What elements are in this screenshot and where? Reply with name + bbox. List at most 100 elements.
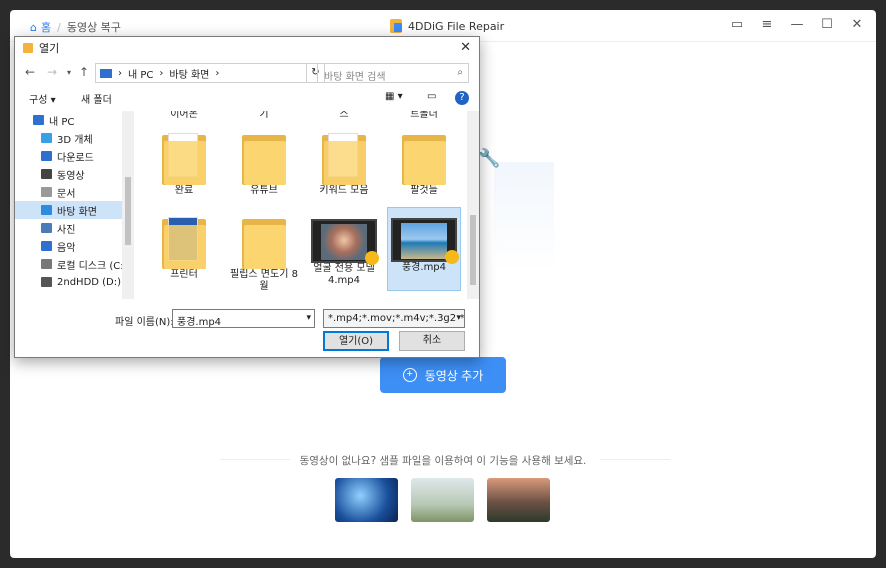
nav-item-local-disk-c[interactable]: 로컬 디스크 (C:) [15,255,133,273]
address-bar[interactable]: › 내 PC › 바탕 화면 › [95,63,307,83]
nav-item-videos[interactable]: 동영상 [15,165,133,183]
sample-video-jellyfish[interactable] [335,478,398,522]
play-icon [445,250,459,264]
folder-icon [162,215,206,269]
disk-icon [41,277,52,287]
filename-row: 파일 이름(N): 풍경.mp4 ▾ *.mp4;*.mov;*.m4v;*.3… [15,309,481,329]
minimize-button[interactable]: — [788,17,806,32]
filename-input[interactable]: 풍경.mp4 ▾ [172,309,315,328]
close-button[interactable]: ✕ [848,17,866,32]
pc-icon [33,115,44,125]
file-scroll-thumb[interactable] [470,215,476,285]
filename-label: 파일 이름(N): [115,317,174,328]
file-scrollbar[interactable] [467,111,479,299]
dialog-toolbar: 구성 ▾ 새 폴더 ▦ ▾ ▭ ? [15,91,479,109]
new-folder-button[interactable]: 새 폴더 [81,91,112,106]
dialog-title: 열기 [39,42,60,55]
search-icon: ⌕ [457,67,463,78]
preview-pane-icon[interactable]: ▭ [427,91,436,102]
nav-scroll-thumb[interactable] [125,177,131,245]
up-arrow-icon[interactable]: ↑ [79,65,89,79]
app-title: 4DDiG File Repair [390,19,504,33]
sample-videos [335,478,550,522]
nav-item-downloads[interactable]: 다운로드 [15,147,133,165]
play-icon [365,251,379,265]
file-item-printer[interactable]: 프린터 [147,215,221,281]
maximize-button[interactable]: ☐ [818,17,836,32]
nav-scrollbar[interactable] [122,111,134,299]
file-item-face-model-video[interactable]: 얼굴 전용 모델 4.mp4 [307,215,381,287]
nav-label: 로컬 디스크 (C:) [57,260,128,272]
file-item-youtube[interactable]: 유튜브 [227,131,301,197]
nav-label: 내 PC [49,116,75,128]
open-button[interactable]: 열기(O) [323,331,389,351]
file-grid: 이어폰 기 스 트폴더 완료 유튜브 키워드 모음 팔것들 프린터 필립스 면도… [135,111,465,299]
view-options-icon[interactable]: ▦ ▾ [385,91,403,102]
video-thumbnail-icon [391,218,459,264]
3d-icon [41,133,52,143]
navigation-pane: 내 PC 3D 개체 다운로드 동영상 문서 바탕 화면 사진 음악 로컬 디스… [15,111,133,299]
back-arrow-icon[interactable]: ← [25,65,35,79]
breadcrumb: ⌂ 홈 / 동영상 복구 [30,19,121,35]
folder-icon [322,131,366,185]
nav-label: 3D 개체 [57,134,93,146]
address-part-pc[interactable]: 내 PC [128,66,153,81]
nav-item-my-pc[interactable]: 내 PC [15,111,133,129]
picture-icon [41,223,52,233]
sample-hint: 동영상이 없나요? 샘플 파일을 이용하여 이 기능을 사용해 보세요. [299,455,587,467]
cancel-button[interactable]: 취소 [399,331,465,351]
dialog-title-bar: 열기 [15,37,479,59]
search-input[interactable]: 바탕 화면 검색 ⌕ [317,63,469,83]
window-controls: ▭ ≡ — ☐ ✕ [728,17,866,32]
nav-item-3d-objects[interactable]: 3D 개체 [15,129,133,147]
file-item-for-sale[interactable]: 팔것들 [387,131,461,197]
address-part-desktop[interactable]: 바탕 화면 [169,66,209,81]
filename-value: 풍경.mp4 [177,317,222,328]
hero-illustration [494,162,554,272]
file-item-done[interactable]: 완료 [147,131,221,197]
menu-icon[interactable]: ≡ [758,17,776,32]
download-icon [41,151,52,161]
address-row: ← → ▾ ↑ › 내 PC › 바탕 화면 › ↻ 바탕 화면 검색 ⌕ [15,63,481,83]
folder-icon [402,131,446,185]
file-label: 얼굴 전용 모델 4.mp4 [313,263,375,286]
nav-label: 사진 [57,224,76,236]
organize-button[interactable]: 구성 ▾ [29,91,56,106]
open-file-dialog: 열기 ✕ ← → ▾ ↑ › 내 PC › 바탕 화면 › ↻ 바탕 화면 검색… [14,36,480,358]
forward-arrow-icon[interactable]: → [47,65,57,79]
chat-icon[interactable]: ▭ [728,17,746,32]
search-placeholder: 바탕 화면 검색 [324,72,386,83]
file-label: 프린터 [170,269,198,280]
file-label: 팔것들 [410,185,438,196]
recent-chevron-icon[interactable]: ▾ [67,68,71,77]
file-item-philips-shaver[interactable]: 필립스 면도기 8월 [227,215,301,293]
file-label: 완료 [174,185,194,196]
file-item-keywords[interactable]: 키워드 모음 [307,131,381,197]
breadcrumb-home[interactable]: ⌂ 홈 [30,19,51,35]
chevron-down-icon[interactable]: ▾ [456,313,461,323]
sample-video-sunset[interactable] [487,478,550,522]
nav-item-music[interactable]: 음악 [15,237,133,255]
video-icon [41,169,52,179]
filetype-select[interactable]: *.mp4;*.mov;*.m4v;*.3g2;*.3gp ▾ [323,309,465,328]
nav-item-desktop[interactable]: 바탕 화면 [15,201,133,219]
sample-video-bird[interactable] [411,478,474,522]
file-label-partial: 이어폰 [170,111,198,120]
folder-icon [242,131,286,185]
add-video-button[interactable]: + 동영상 추가 [380,357,506,393]
nav-label: 2ndHDD (D:) [57,276,122,288]
nav-label: 다운로드 [57,152,94,164]
dialog-close-button[interactable]: ✕ [460,40,471,55]
nav-item-2ndhdd-d[interactable]: 2ndHDD (D:) [15,273,133,291]
help-icon[interactable]: ? [455,91,469,105]
file-label: 풍경.mp4 [401,262,447,273]
breadcrumb-home-label: 홈 [40,21,52,34]
file-label-partial: 스 [339,111,349,120]
nav-item-documents[interactable]: 문서 [15,183,133,201]
nav-item-pictures[interactable]: 사진 [15,219,133,237]
nav-label: 동영상 [57,170,85,182]
file-item-landscape-video[interactable]: 풍경.mp4 [387,207,461,291]
folder-icon [162,131,206,185]
chevron-down-icon[interactable]: ▾ [306,313,311,323]
breadcrumb-separator: / [57,20,61,34]
